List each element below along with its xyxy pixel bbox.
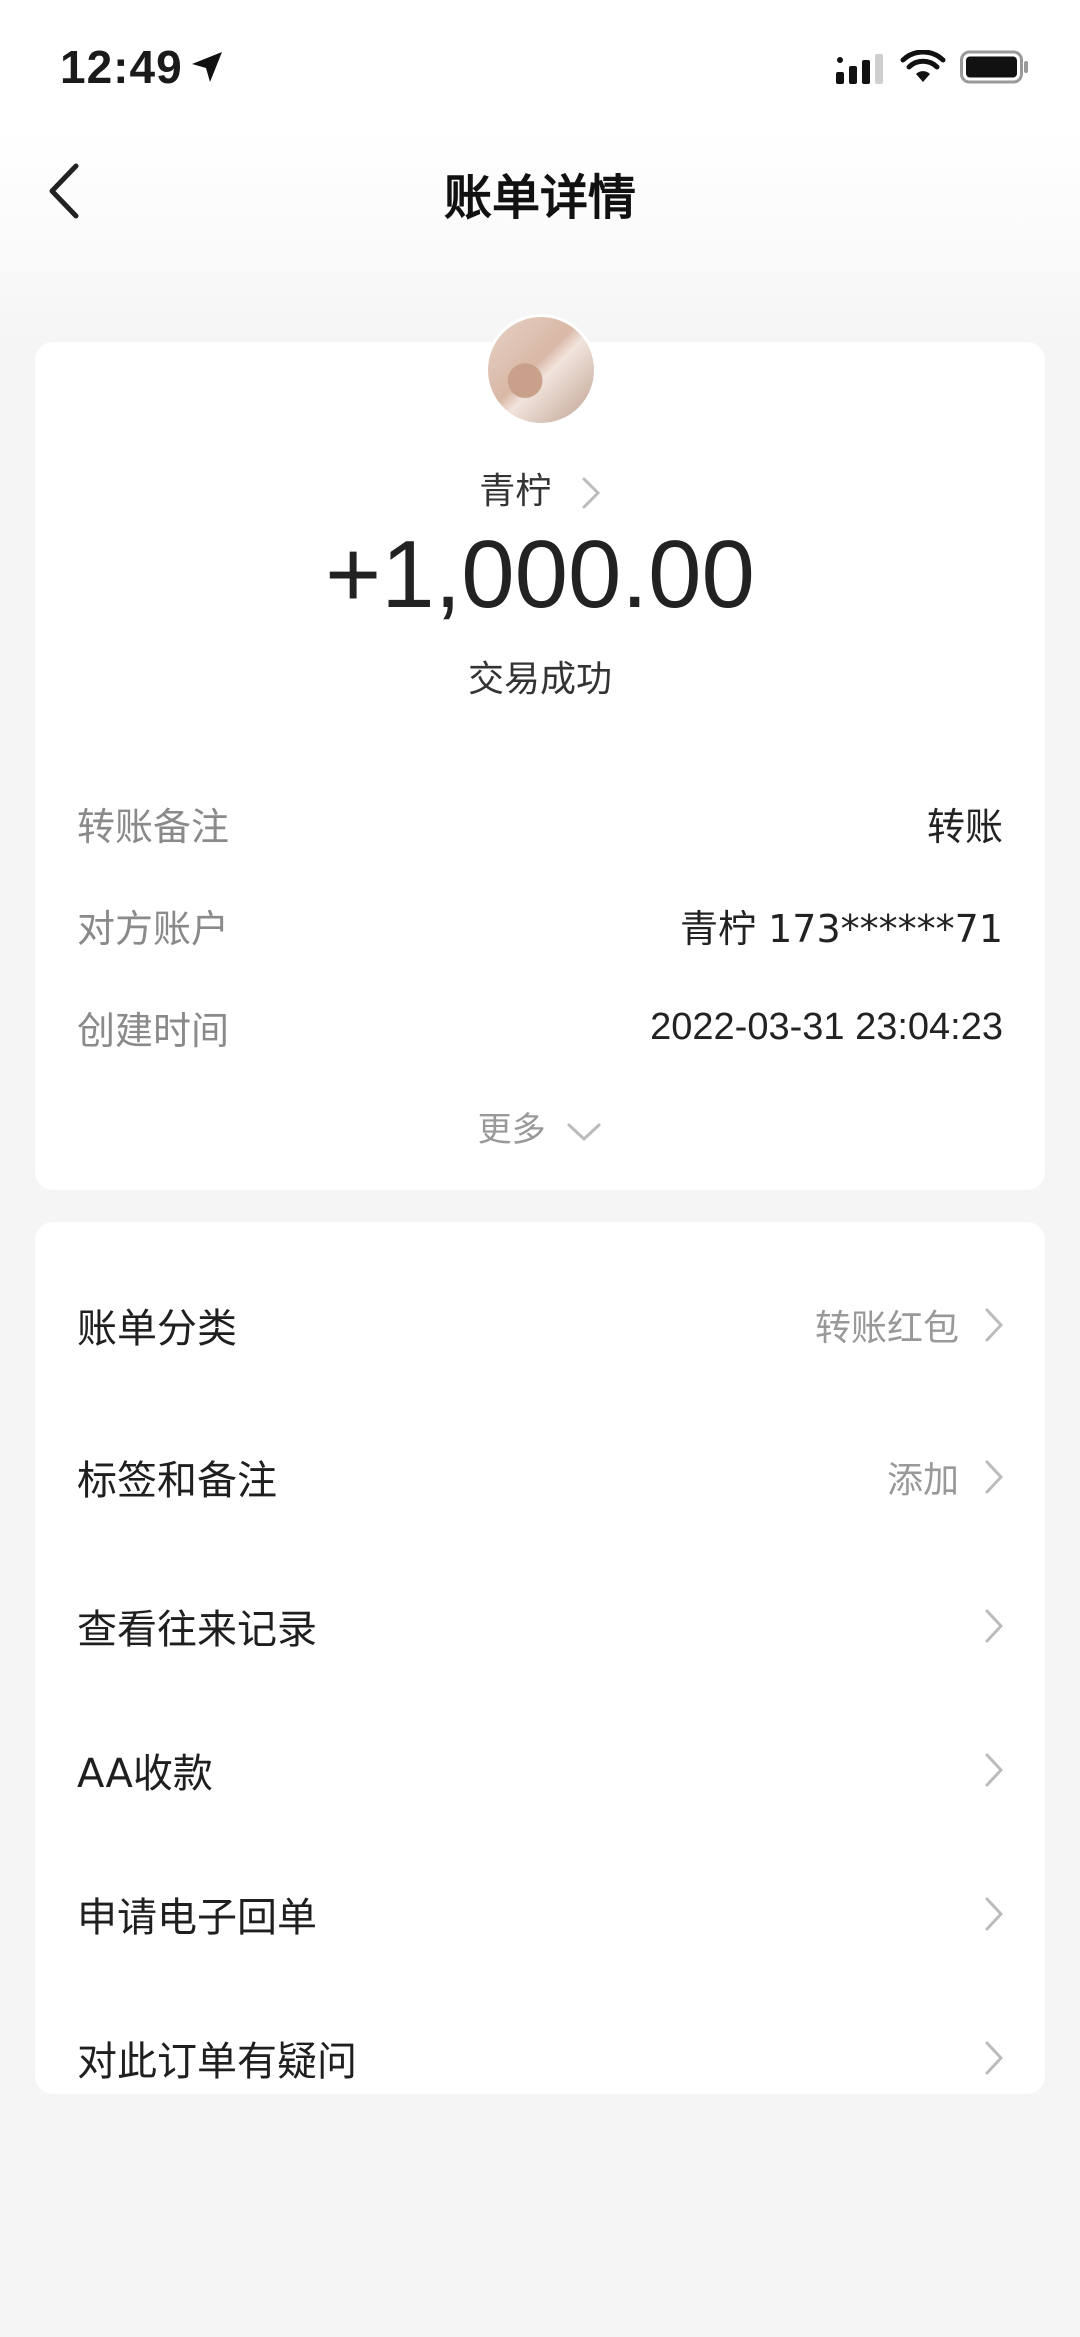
action-label: AA收款 — [77, 1751, 213, 1797]
transaction-amount: +1,000.00 — [325, 521, 755, 628]
location-arrow-icon — [192, 52, 222, 82]
payee-avatar[interactable] — [485, 314, 597, 426]
chevron-down-icon — [567, 1123, 601, 1141]
detail-row-remark: 转账备注 转账 — [77, 798, 1003, 849]
chevron-right-icon — [985, 1897, 1003, 1931]
detail-label: 对方账户 — [77, 906, 230, 951]
nav-bar: 账单详情 — [0, 130, 1080, 250]
detail-value: 青柠 173******71 — [680, 906, 1003, 951]
detail-value: 转账 — [926, 804, 1003, 849]
action-row-aa-collect[interactable]: AA收款 — [77, 1740, 1003, 1800]
action-label: 账单分类 — [77, 1306, 237, 1352]
transaction-summary-card: 青柠 +1,000.00 交易成功 转账备注 转账 对方账户 青柠 173***… — [35, 314, 1045, 1190]
more-toggle[interactable]: 更多 — [35, 1102, 1045, 1151]
action-row-view-history[interactable]: 查看往来记录 — [77, 1596, 1003, 1656]
chevron-right-icon — [985, 1460, 1003, 1494]
chevron-right-icon — [985, 1308, 1003, 1342]
chevron-right-icon — [985, 2041, 1003, 2075]
wifi-icon — [900, 50, 946, 82]
battery-icon — [960, 50, 1028, 84]
chevron-right-icon — [985, 1753, 1003, 1787]
action-label: 申请电子回单 — [77, 1895, 317, 1941]
chevron-right-icon — [582, 477, 600, 509]
payee-name: 青柠 — [479, 471, 552, 512]
page-title: 账单详情 — [443, 170, 636, 226]
action-label: 查看往来记录 — [77, 1607, 317, 1653]
chevron-right-icon — [985, 1609, 1003, 1643]
action-value: 转账红包 — [814, 1308, 959, 1349]
status-bar: 12:49 — [0, 0, 1080, 130]
action-label: 对此订单有疑问 — [77, 2039, 357, 2085]
status-time: 12:49 — [60, 41, 183, 93]
action-label: 标签和备注 — [77, 1458, 277, 1504]
detail-row-created-time: 创建时间 2022-03-31 23:04:23 — [77, 1002, 1003, 1053]
detail-label: 创建时间 — [77, 1008, 230, 1053]
action-value: 添加 — [886, 1460, 959, 1501]
payee-name-link[interactable]: 青柠 — [35, 462, 1045, 514]
detail-value: 2022-03-31 23:04:23 — [650, 1005, 1003, 1048]
action-row-e-receipt[interactable]: 申请电子回单 — [77, 1884, 1003, 1944]
action-row-order-question[interactable]: 对此订单有疑问 — [77, 2028, 1003, 2088]
action-row-tags-notes[interactable]: 标签和备注 添加 — [77, 1447, 1003, 1507]
action-row-bill-category[interactable]: 账单分类 转账红包 — [77, 1295, 1003, 1355]
actions-card: 账单分类 转账红包 标签和备注 添加 查看往来记录 AA收款 申请电子回单 对此… — [35, 1222, 1045, 2094]
bill-detail-page: 12:49 账单详情 青柠 +1,000.00 交易成功 转账备注 转账 对方账… — [0, 0, 1080, 2337]
detail-label: 转账备注 — [77, 804, 230, 849]
detail-row-counterparty: 对方账户 青柠 173******71 — [77, 900, 1003, 951]
transaction-status: 交易成功 — [467, 659, 612, 700]
cellular-signal-icon — [836, 54, 883, 84]
more-label: 更多 — [477, 1110, 546, 1150]
